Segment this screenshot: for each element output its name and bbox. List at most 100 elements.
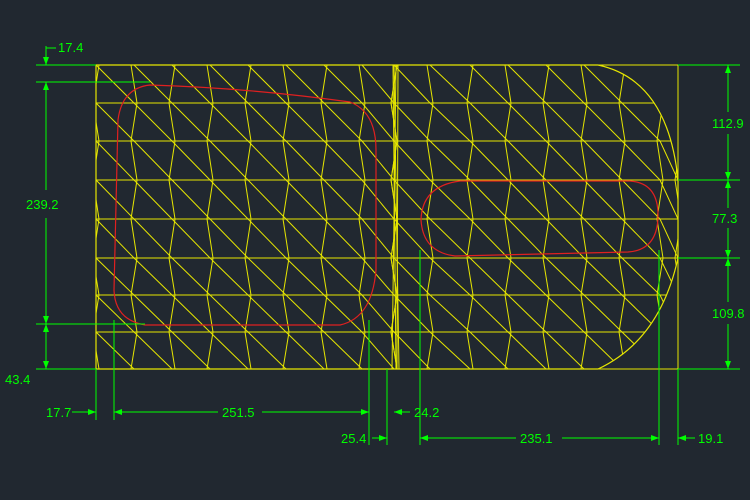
mesh-diagonal bbox=[247, 294, 287, 333]
mesh-col-line bbox=[320, 140, 328, 181]
mesh-diagonal bbox=[583, 140, 623, 181]
mesh-col-line bbox=[168, 257, 176, 296]
mesh-diagonal bbox=[469, 102, 509, 142]
mesh-diagonal bbox=[393, 140, 431, 181]
mesh-diagonal bbox=[621, 65, 661, 104]
mesh-col-line bbox=[320, 218, 328, 259]
mesh-diagonal bbox=[507, 179, 547, 220]
mesh-diagonal bbox=[247, 140, 287, 181]
mesh-diagonal bbox=[469, 294, 509, 333]
mesh-diagonal bbox=[361, 218, 395, 259]
mesh-diagonal bbox=[285, 294, 325, 333]
mesh-col-line bbox=[206, 140, 214, 181]
mesh-col-line bbox=[504, 257, 512, 296]
mesh-diagonal bbox=[507, 257, 547, 296]
mesh-diagonal bbox=[247, 179, 287, 220]
mesh-col-line bbox=[130, 179, 138, 220]
mesh-col-line bbox=[504, 331, 512, 369]
mesh-diagonal bbox=[96, 331, 135, 369]
mesh-col-line bbox=[466, 65, 474, 104]
mesh-diagonal bbox=[285, 179, 325, 220]
mesh-diagonal bbox=[171, 179, 211, 220]
mesh-diagonal bbox=[659, 218, 678, 259]
mesh-diagonal bbox=[429, 257, 471, 296]
mesh-col-line bbox=[426, 331, 434, 369]
mesh-col-line bbox=[580, 218, 588, 259]
mesh-col-line bbox=[244, 102, 252, 142]
mesh-diagonal bbox=[285, 102, 325, 142]
mesh-diagonal bbox=[621, 140, 661, 181]
mesh-col-line bbox=[618, 294, 626, 333]
mesh-col-line bbox=[282, 257, 290, 296]
mesh-diagonal bbox=[171, 140, 211, 181]
mesh-diagonal bbox=[133, 294, 173, 333]
mesh-col-line bbox=[168, 65, 176, 104]
mesh-col-line bbox=[504, 294, 512, 333]
mesh-diagonal bbox=[209, 218, 249, 259]
mesh-col-line bbox=[168, 102, 176, 142]
mesh-diagonal bbox=[323, 102, 363, 142]
mesh-diagonal bbox=[247, 257, 287, 296]
mesh-col-line bbox=[244, 294, 252, 333]
mesh-col-line bbox=[168, 179, 176, 220]
mesh-col-line bbox=[580, 294, 588, 333]
mesh-diagonal bbox=[583, 179, 623, 220]
mesh-diagonal bbox=[469, 257, 509, 296]
mesh-col-line bbox=[320, 102, 328, 142]
mesh-diagonal bbox=[429, 331, 471, 369]
mesh-col-line bbox=[282, 102, 290, 142]
left-pocket-outline bbox=[113, 84, 377, 326]
mesh-diagonal bbox=[583, 331, 623, 369]
mesh-col-line bbox=[656, 65, 664, 104]
mesh-col-line bbox=[466, 140, 474, 181]
mesh-col-line bbox=[320, 331, 328, 369]
mesh-diagonal bbox=[171, 257, 211, 296]
mesh-diagonal bbox=[583, 102, 623, 142]
mesh-col-line bbox=[282, 179, 290, 220]
mesh-diagonal bbox=[621, 257, 661, 296]
mesh-col-line bbox=[130, 102, 138, 142]
mesh-diagonal bbox=[96, 65, 135, 104]
mesh-col-line bbox=[244, 140, 252, 181]
mesh-col-line bbox=[130, 218, 138, 259]
mesh-col-line bbox=[282, 331, 290, 369]
mesh-col-line bbox=[580, 331, 588, 369]
mesh-col-line bbox=[542, 331, 550, 369]
mesh-diagonal bbox=[429, 218, 471, 259]
mesh-col-line bbox=[206, 179, 214, 220]
mesh-col-line bbox=[358, 179, 366, 220]
mesh-col-line bbox=[466, 218, 474, 259]
mesh-diagonal bbox=[469, 140, 509, 181]
mesh-diagonal bbox=[209, 257, 249, 296]
mesh-diagonal bbox=[323, 218, 363, 259]
mesh-diagonal bbox=[659, 331, 678, 369]
mesh-diagonal bbox=[545, 140, 585, 181]
mesh-col-line bbox=[542, 102, 550, 142]
mesh-col-line bbox=[130, 257, 138, 296]
mesh-diagonal bbox=[247, 102, 287, 142]
mesh-col-line bbox=[466, 294, 474, 333]
mesh-diagonal bbox=[323, 179, 363, 220]
mesh-diagonal bbox=[209, 331, 249, 369]
mesh-diagonal bbox=[247, 218, 287, 259]
mesh-diagonal bbox=[583, 294, 623, 333]
mesh-col-line bbox=[130, 294, 138, 333]
mesh-diagonal bbox=[133, 65, 173, 104]
mesh-col-line bbox=[358, 140, 366, 181]
mesh-diagonal bbox=[171, 331, 211, 369]
mesh-diagonal bbox=[469, 65, 509, 104]
mesh-diagonal bbox=[545, 179, 585, 220]
mesh-col-line bbox=[656, 257, 664, 296]
mesh-diagonal bbox=[507, 102, 547, 142]
mesh-col-line bbox=[358, 257, 366, 296]
mesh-col-line bbox=[426, 102, 434, 142]
mesh-diagonal bbox=[133, 257, 173, 296]
mesh-col-line bbox=[206, 102, 214, 142]
mesh-col-line bbox=[130, 140, 138, 181]
mesh-col-line bbox=[504, 65, 512, 104]
mesh-col-line bbox=[426, 257, 434, 296]
mesh-col-line bbox=[618, 140, 626, 181]
mesh-diagonal bbox=[545, 65, 585, 104]
mesh-diagonal bbox=[171, 294, 211, 333]
dimension-lines bbox=[36, 46, 740, 445]
